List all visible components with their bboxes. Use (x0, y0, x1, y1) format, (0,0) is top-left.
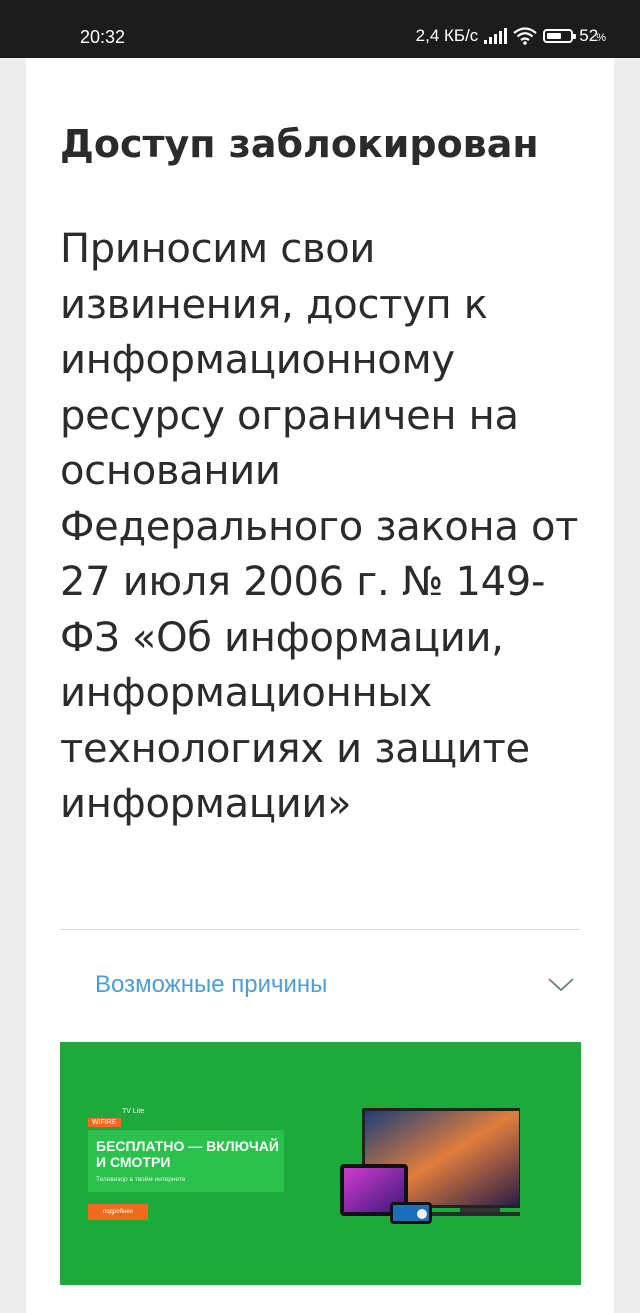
promo-headline: БЕСПЛАТНО — ВКЛЮЧАЙ И СМОТРИ (96, 1138, 279, 1170)
battery-icon (543, 29, 577, 43)
network-speed: 2,4 КБ/с (415, 26, 479, 45)
possible-reasons-label: Возможные причины (95, 971, 328, 998)
status-time: 20:32 (80, 27, 126, 47)
blocked-page-card: Доступ заблокирован Приносим свои извине… (26, 58, 614, 1313)
promo-subtitle: Телевизор в твоём интернете (96, 1176, 186, 1183)
battery-unit: % (596, 32, 606, 44)
block-message: Приносим свои извинения, доступ к информ… (60, 226, 579, 827)
page-title: Доступ заблокирован (60, 122, 539, 166)
wifire-logo: WIFIRE (88, 1118, 121, 1127)
wifi-icon (513, 27, 537, 45)
more-button[interactable]: подробнее (88, 1204, 148, 1220)
status-bar: 20:32 2,4 КБ/с 52% (0, 0, 640, 58)
chevron-down-icon (548, 978, 574, 992)
devices-illustration (340, 1108, 520, 1224)
divider (60, 929, 580, 930)
promo-banner[interactable]: TV Lite WIFIRE БЕСПЛАТНО — ВКЛЮЧАЙ И СМО… (60, 1042, 581, 1285)
tv-lite-tag: TV Lite (122, 1108, 145, 1115)
status-indicators: 2,4 КБ/с 52% (416, 26, 606, 46)
promo-box: БЕСПЛАТНО — ВКЛЮЧАЙ И СМОТРИ Телевизор в… (88, 1130, 284, 1192)
possible-reasons-toggle[interactable]: Возможные причины (60, 950, 580, 1020)
signal-icon (484, 28, 508, 44)
